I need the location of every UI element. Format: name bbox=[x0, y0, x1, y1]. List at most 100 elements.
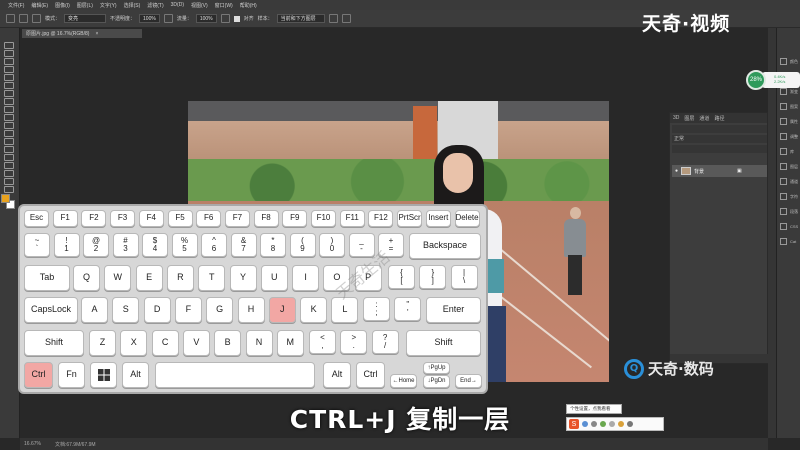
key-ctrl-right[interactable]: Ctrl bbox=[356, 362, 385, 388]
panel-icon[interactable] bbox=[780, 103, 787, 110]
key-f4[interactable]: F4 bbox=[138, 210, 164, 227]
key-2[interactable]: @2 bbox=[83, 233, 109, 257]
tool-icon[interactable] bbox=[4, 50, 14, 57]
key-capslock[interactable]: CapsLock bbox=[24, 297, 78, 323]
close-icon[interactable]: × bbox=[95, 31, 98, 37]
panel-label[interactable]: 字符 bbox=[790, 194, 798, 200]
ime-mode-icon[interactable] bbox=[582, 421, 588, 427]
panel-icon[interactable] bbox=[780, 118, 787, 125]
key-6[interactable]: ^ 6 bbox=[201, 233, 227, 257]
tool-icon[interactable] bbox=[4, 42, 14, 49]
key-f5[interactable]: F5 bbox=[167, 210, 193, 227]
panel-label[interactable]: 图案 bbox=[790, 104, 798, 110]
key-pgdn[interactable]: ↓PgDn bbox=[423, 375, 450, 388]
key-t[interactable]: T bbox=[198, 265, 226, 291]
ime-keyboard-icon[interactable] bbox=[609, 421, 615, 427]
panel-label[interactable]: CSS bbox=[790, 224, 798, 229]
key-f2[interactable]: F2 bbox=[81, 210, 107, 227]
panel-icon[interactable] bbox=[780, 148, 787, 155]
key-f3[interactable]: F3 bbox=[110, 210, 136, 227]
key-m[interactable]: M bbox=[276, 330, 304, 356]
panel-label[interactable]: 调整 bbox=[790, 134, 798, 140]
zoom-level[interactable]: 16.67% bbox=[24, 441, 41, 447]
key-esc[interactable]: Esc bbox=[24, 210, 49, 227]
tool-icon[interactable] bbox=[4, 162, 14, 169]
key-n[interactable]: N bbox=[245, 330, 273, 356]
menu-item[interactable]: 图像(I) bbox=[55, 2, 70, 9]
panel-label[interactable]: 库 bbox=[790, 149, 794, 155]
key-bracket[interactable]: }] bbox=[419, 265, 447, 289]
key-k[interactable]: K bbox=[300, 297, 328, 323]
tool-icon[interactable] bbox=[4, 138, 14, 145]
brush-preset-icon[interactable] bbox=[19, 14, 28, 23]
key-punct[interactable]: :; bbox=[363, 297, 390, 321]
sample-select[interactable]: 当前和下方图层 bbox=[276, 14, 325, 23]
ignore-adjustment-icon[interactable] bbox=[328, 14, 338, 23]
tool-icon[interactable] bbox=[4, 106, 14, 113]
panel-label[interactable]: 图层 bbox=[790, 164, 798, 170]
key-alt-left[interactable]: Alt bbox=[122, 362, 149, 388]
airbrush-icon[interactable] bbox=[220, 14, 230, 23]
key-f6[interactable]: F6 bbox=[196, 210, 222, 227]
panel-label[interactable]: 属性 bbox=[790, 119, 798, 125]
clone-stamp-icon[interactable] bbox=[6, 14, 15, 23]
key-punct[interactable]: <, bbox=[309, 330, 336, 354]
key-8[interactable]: * 8 bbox=[260, 233, 286, 257]
eye-icon[interactable]: ● bbox=[675, 168, 678, 174]
tool-icon[interactable] bbox=[4, 114, 14, 121]
key-4[interactable]: $4 bbox=[142, 233, 168, 257]
key-enter[interactable]: Enter bbox=[426, 297, 481, 323]
panel-icon[interactable] bbox=[780, 193, 787, 200]
key-f9[interactable]: F9 bbox=[282, 210, 308, 227]
key-0[interactable]: ) 0 bbox=[319, 233, 345, 257]
tool-icon[interactable] bbox=[4, 82, 14, 89]
key-y[interactable]: Y bbox=[229, 265, 257, 291]
panel-icon[interactable] bbox=[780, 208, 787, 215]
layers-panel-tab[interactable]: 路径 bbox=[714, 115, 724, 122]
ime-bar[interactable]: S bbox=[566, 417, 664, 431]
tool-icon[interactable] bbox=[4, 178, 14, 185]
key-a[interactable]: A bbox=[81, 297, 108, 323]
key-w[interactable]: W bbox=[104, 265, 132, 291]
key-end[interactable]: End→ bbox=[455, 374, 482, 388]
key-punct[interactable]: >. bbox=[340, 330, 368, 354]
key-bracket[interactable]: | \ bbox=[450, 265, 478, 289]
panel-icon[interactable] bbox=[780, 58, 787, 65]
opacity-field[interactable]: 100% bbox=[139, 14, 160, 23]
key-h[interactable]: H bbox=[237, 297, 265, 323]
key-1[interactable]: ! 1 bbox=[53, 233, 80, 257]
key-v[interactable]: V bbox=[182, 330, 210, 356]
key-delete[interactable]: Delete bbox=[454, 210, 480, 227]
panel-icon[interactable] bbox=[780, 163, 787, 170]
menu-item[interactable]: 编辑(E) bbox=[31, 2, 48, 9]
key-shift-right[interactable]: Shift bbox=[406, 330, 481, 356]
document-tab[interactable]: 原图片.jpg @ 16.7%(RGB/8) × bbox=[22, 29, 142, 38]
key-f12[interactable]: F12 bbox=[368, 210, 394, 227]
tool-icon[interactable] bbox=[4, 122, 14, 129]
tool-icon[interactable] bbox=[4, 154, 14, 161]
tool-icon[interactable] bbox=[4, 90, 14, 97]
layer-filter-row[interactable] bbox=[672, 125, 767, 133]
key-ctrl-left[interactable]: Ctrl bbox=[24, 362, 53, 388]
key-`[interactable]: ~ ` bbox=[24, 233, 50, 257]
key-i[interactable]: I bbox=[292, 265, 320, 291]
key-home[interactable]: ←Home bbox=[390, 374, 417, 388]
tool-icon[interactable] bbox=[4, 98, 14, 105]
key-backspace[interactable]: Backspace bbox=[409, 233, 481, 259]
menu-item[interactable]: 3D(D) bbox=[171, 2, 184, 8]
panel-label[interactable]: 通道 bbox=[790, 179, 798, 185]
menu-item[interactable]: 文字(Y) bbox=[100, 2, 117, 9]
tool-icon[interactable] bbox=[4, 66, 14, 73]
layers-panel-tab[interactable]: 3D bbox=[673, 115, 679, 121]
key-f1[interactable]: F1 bbox=[52, 210, 78, 227]
key-5[interactable]: % 5 bbox=[171, 233, 198, 257]
lock-row[interactable] bbox=[672, 145, 767, 153]
layers-panel-tab[interactable]: 图层 bbox=[684, 115, 694, 122]
key-tab[interactable]: Tab bbox=[24, 265, 70, 291]
key-space[interactable] bbox=[155, 362, 315, 388]
panel-label[interactable]: Cat bbox=[790, 239, 796, 244]
panel-label[interactable]: 颜色 bbox=[790, 59, 798, 65]
key-f7[interactable]: F7 bbox=[224, 210, 250, 227]
key-f8[interactable]: F8 bbox=[253, 210, 279, 227]
key-j[interactable]: J bbox=[268, 297, 296, 323]
